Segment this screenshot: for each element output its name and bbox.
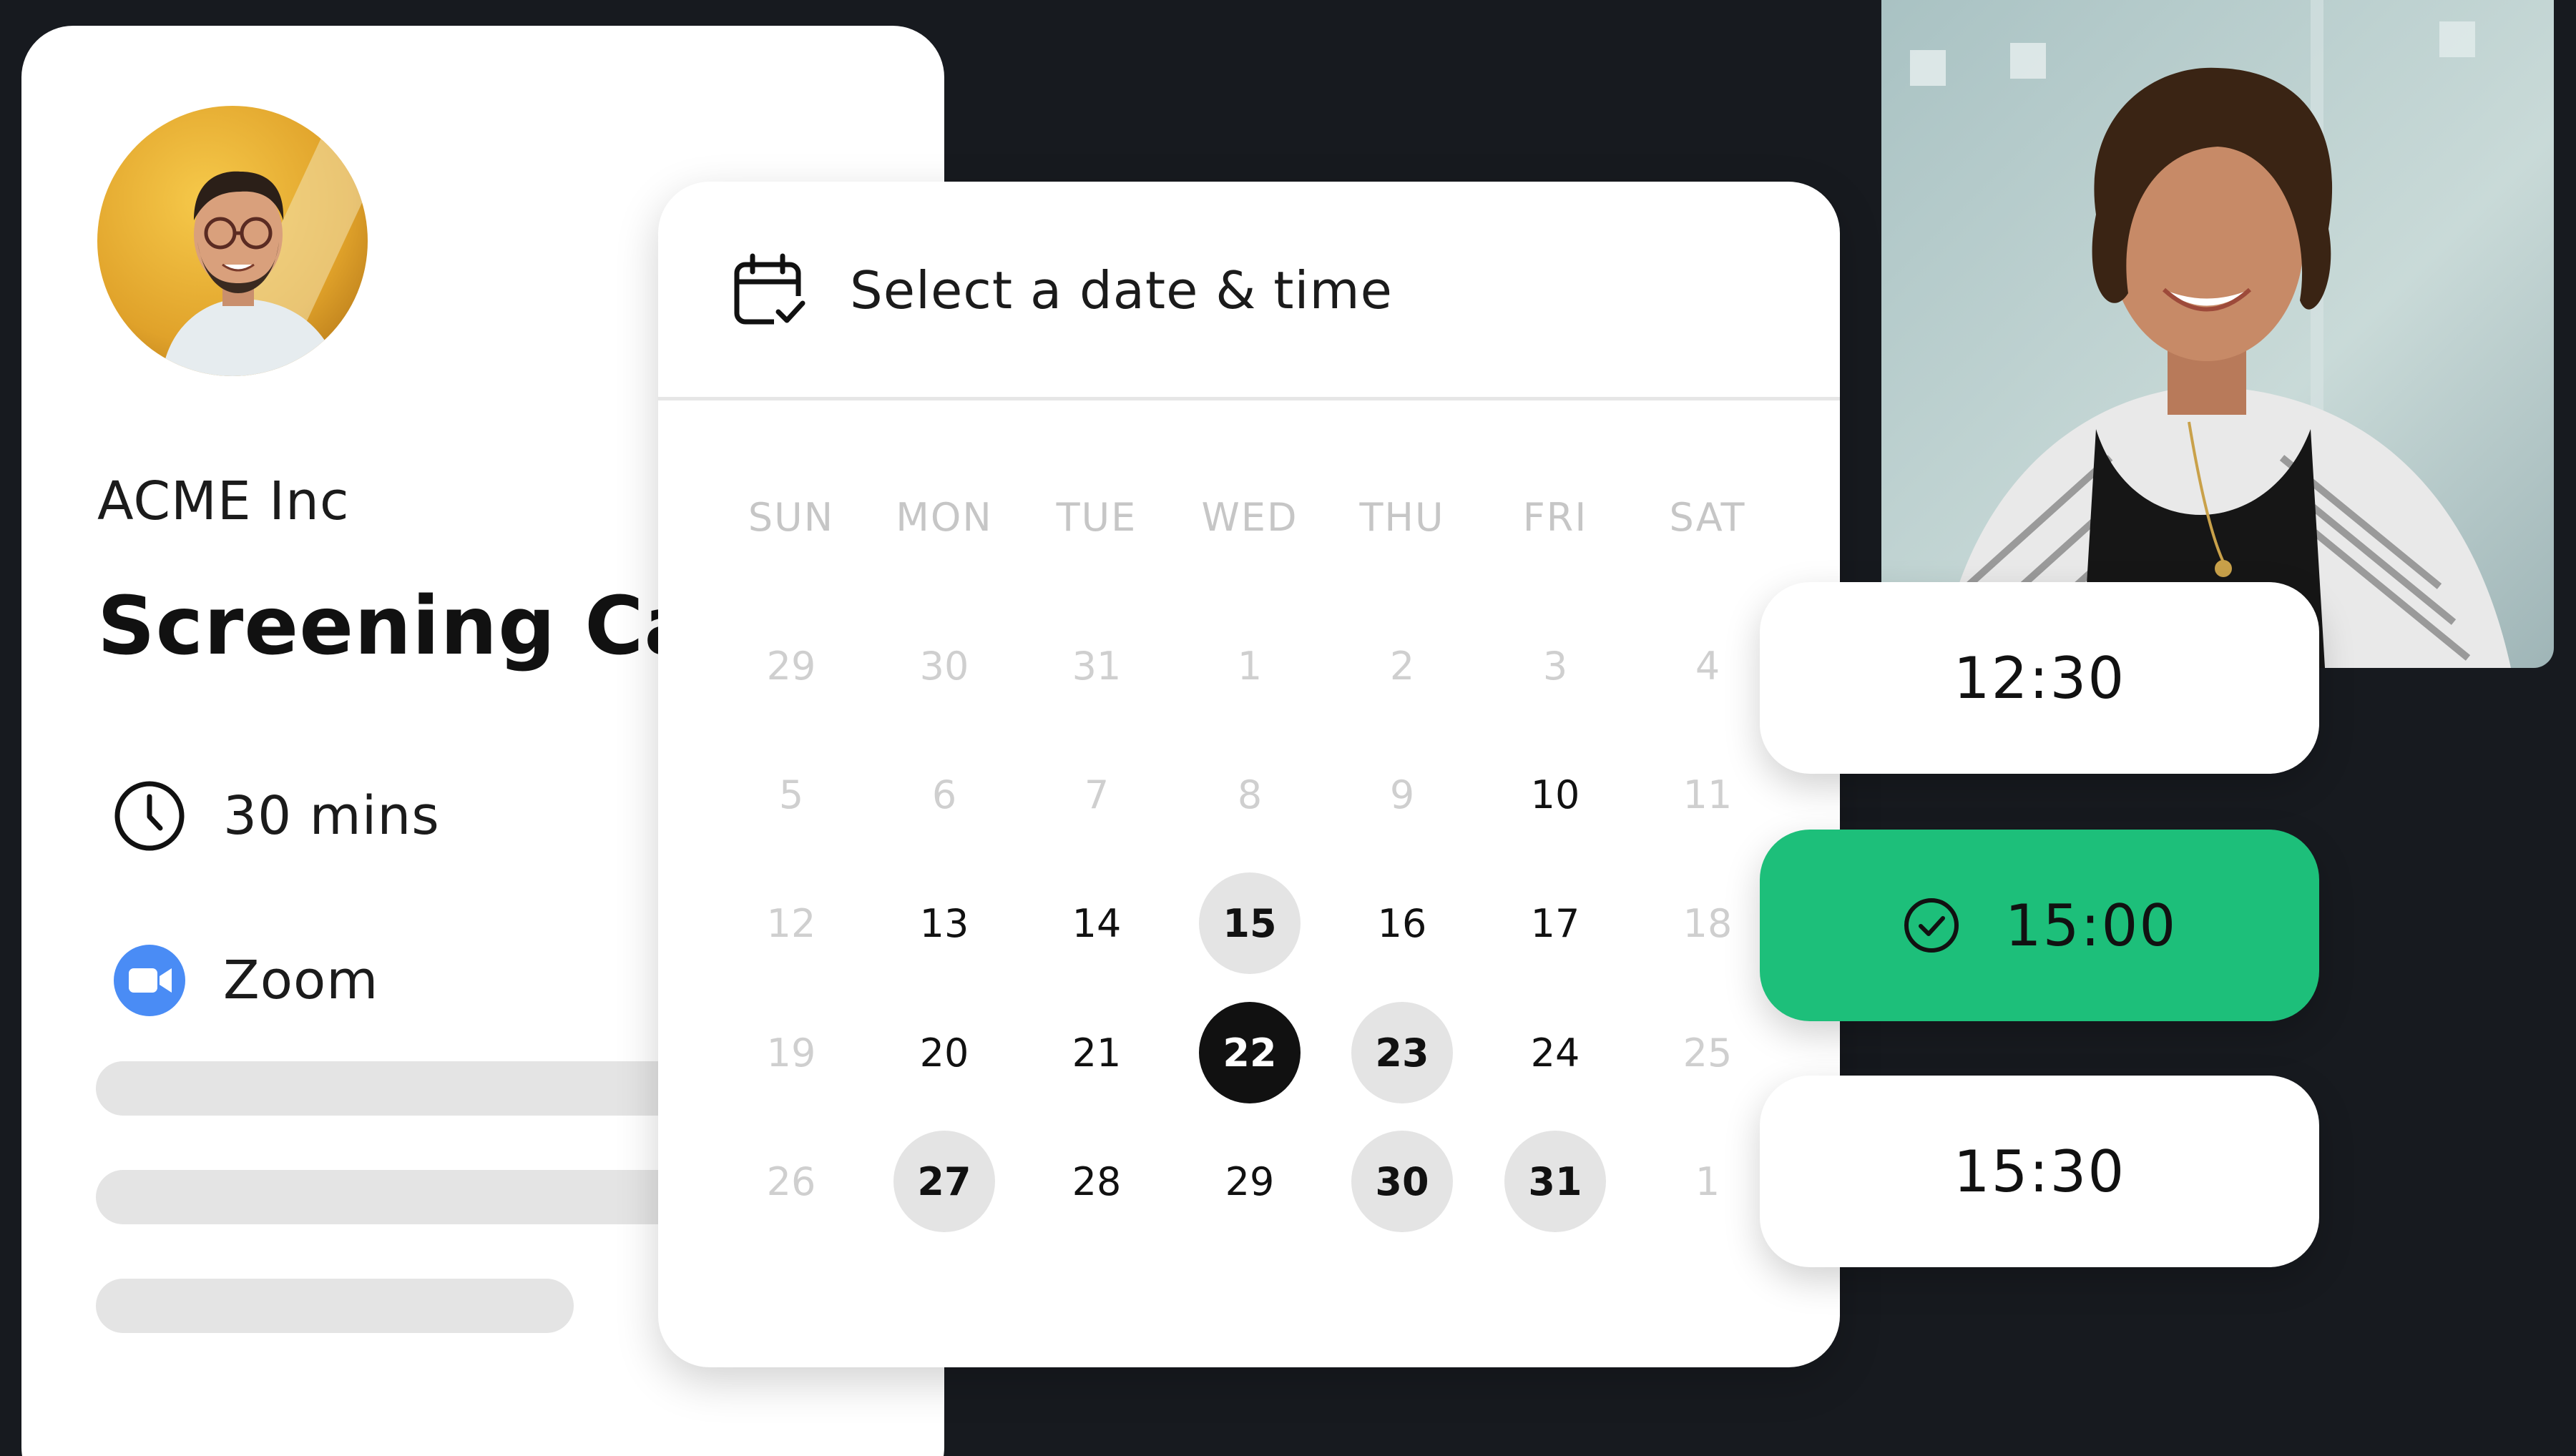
calendar-day: 24 [1530, 1030, 1580, 1076]
calendar-day-unavailable: 5 [778, 772, 804, 817]
calendar-check-icon [734, 253, 805, 328]
calendar-day-unavailable: 1 [1237, 643, 1263, 689]
calendar-day-unavailable: 7 [1084, 772, 1110, 817]
location-label: Zoom [223, 950, 379, 1011]
calendar-day-unavailable: 3 [1542, 643, 1568, 689]
weekday-label: SAT [1669, 495, 1746, 540]
time-slot[interactable]: 15:30 [1760, 1076, 2319, 1267]
calendar-day: 29 [1225, 1159, 1275, 1204]
time-slot-label: 15:30 [1953, 1138, 2126, 1205]
calendar-day-unavailable: 1 [1695, 1159, 1720, 1204]
calendar-day-unavailable: 4 [1695, 643, 1720, 689]
calendar-day: 17 [1530, 900, 1580, 946]
calendar-day-unavailable: 30 [919, 643, 969, 689]
attendee-photo [1881, 0, 2554, 668]
calendar-day: 16 [1377, 900, 1427, 946]
calendar-day-unavailable: 8 [1237, 772, 1263, 817]
calendar-day-unavailable: 26 [766, 1159, 816, 1204]
calendar-day: 28 [1072, 1159, 1122, 1204]
calendar-day-selected[interactable]: 22 [1199, 1002, 1301, 1103]
calendar-day-available[interactable]: 23 [1351, 1002, 1453, 1103]
scheduling-page: ACME Inc Screening Call 30 mins Zoom Sel… [0, 0, 2576, 1456]
calendar-day: 21 [1072, 1030, 1122, 1076]
calendar-day-unavailable: 12 [766, 900, 816, 946]
company-name: ACME Inc [97, 471, 350, 532]
calendar-day: 10 [1530, 772, 1580, 817]
calendar-day-unavailable: 11 [1683, 772, 1733, 817]
zoom-video-icon [114, 945, 185, 1016]
clock-icon [114, 781, 185, 851]
calendar-day-unavailable: 2 [1389, 643, 1415, 689]
calendar-day: 20 [919, 1030, 969, 1076]
weekday-label: SUN [748, 495, 835, 540]
location-row: Zoom [110, 941, 378, 1020]
event-title: Screening Call [97, 580, 755, 673]
weekday-label: WED [1201, 495, 1298, 540]
weekday-label: THU [1359, 495, 1445, 540]
date-picker-card: Select a date & time SUN MON TUE WED THU FRI S… [658, 182, 1840, 1367]
time-slot-selected[interactable]: 15:00 [1760, 830, 2319, 1021]
calendar-day-unavailable: 31 [1072, 643, 1122, 689]
date-picker-header: Select a date & time [658, 182, 1840, 400]
weekday-label: MON [896, 495, 993, 540]
time-slot-label: 15:00 [2004, 892, 2178, 959]
date-picker-title: Select a date & time [850, 260, 1393, 320]
calendar-day: 14 [1072, 900, 1122, 946]
calendar-day-available[interactable]: 15 [1199, 872, 1301, 974]
weekday-label: TUE [1056, 495, 1137, 540]
calendar-day-unavailable: 25 [1683, 1030, 1733, 1076]
calendar-day-unavailable: 29 [766, 643, 816, 689]
check-circle-icon [1904, 898, 1959, 953]
host-avatar [97, 106, 368, 376]
calendar-day-unavailable: 6 [931, 772, 957, 817]
calendar-day-available[interactable]: 31 [1504, 1131, 1606, 1232]
duration-row: 30 mins [110, 777, 440, 855]
calendar-day-available[interactable]: 30 [1351, 1131, 1453, 1232]
duration-label: 30 mins [223, 785, 440, 847]
placeholder-line [96, 1279, 574, 1333]
time-slot[interactable]: 12:30 [1760, 582, 2319, 774]
calendar-day-unavailable: 18 [1683, 900, 1733, 946]
calendar-day-unavailable: 19 [766, 1030, 816, 1076]
weekday-label: FRI [1522, 495, 1588, 540]
calendar-day-available[interactable]: 27 [893, 1131, 995, 1232]
time-slot-label: 12:30 [1953, 644, 2126, 712]
calendar-day: 13 [919, 900, 969, 946]
calendar-day-unavailable: 9 [1389, 772, 1415, 817]
